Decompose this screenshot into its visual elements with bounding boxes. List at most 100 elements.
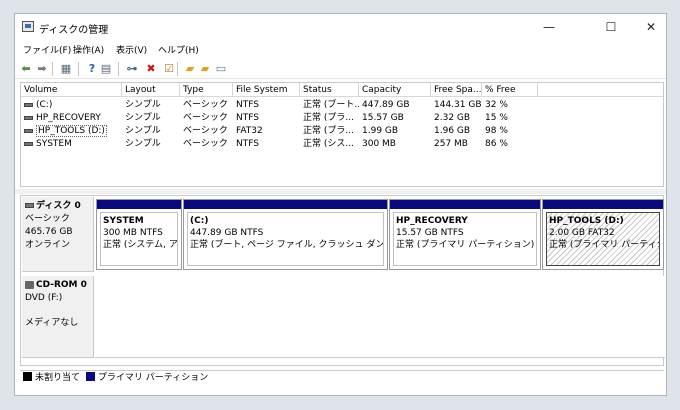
column-capacity[interactable]: Capacity — [359, 83, 431, 97]
cell-capacity: 15.57 GB — [362, 113, 404, 123]
delete-icon[interactable]: ✖ — [144, 62, 158, 76]
column-status[interactable]: Status — [300, 83, 359, 97]
close-button[interactable]: ✕ — [634, 14, 666, 40]
cell-type: ベーシック — [183, 126, 228, 136]
partition-name: (C:) — [190, 216, 209, 226]
cdrom-0-name: CD-ROM 0 — [36, 280, 87, 290]
cell-free: 1.96 GB — [434, 126, 471, 136]
cell-type: ベーシック — [183, 113, 228, 123]
column-free-space[interactable]: Free Spa... — [431, 83, 482, 97]
cdrom-icon — [25, 280, 34, 289]
partition-system[interactable]: SYSTEM 300 MB NTFS 正常 (システム, アクティ — [96, 199, 182, 270]
volume-icon — [24, 102, 33, 107]
toolbar-separator — [118, 62, 119, 76]
table-row[interactable]: (C:) シンプル ベーシック NTFS 正常 (ブート... 447.89 GB 144.… — [21, 99, 663, 112]
maximize-button[interactable]: ☐ — [594, 14, 628, 40]
cell-capacity: 300 MB — [362, 139, 396, 149]
partition-name: HP_RECOVERY — [396, 216, 468, 226]
volume-icon — [24, 115, 33, 120]
cell-volume: (C:) — [21, 99, 122, 112]
cell-layout: シンプル — [125, 100, 161, 110]
disk-0-label[interactable]: ディスク 0 ベーシック 465.76 GB オンライン — [22, 197, 94, 272]
disk-icon — [25, 203, 34, 208]
cell-pct: 98 % — [485, 126, 508, 136]
cell-pct: 32 % — [485, 100, 508, 110]
cell-free: 2.32 GB — [434, 113, 471, 123]
cell-fs: NTFS — [236, 139, 259, 149]
cell-capacity: 1.99 GB — [362, 126, 399, 136]
table-row[interactable]: HP_TOOLS (D:) シンプル ベーシック FAT32 正常 (プラ... 1.99… — [21, 125, 663, 138]
volume-name: HP_RECOVERY — [36, 113, 101, 123]
disk-0-type: ベーシック — [25, 214, 70, 224]
menu-view[interactable]: 表示(V) — [116, 43, 147, 56]
cell-status: 正常 (プラ... — [303, 113, 354, 123]
cell-type: ベーシック — [183, 139, 228, 149]
disk-0-status: オンライン — [25, 240, 71, 250]
cell-status: 正常 (シス... — [303, 139, 354, 149]
column-type[interactable]: Type — [180, 83, 233, 97]
volume-list: Volume Layout Type File System Status Ca… — [20, 82, 664, 187]
cell-pct: 15 % — [485, 113, 508, 123]
check-icon[interactable]: ☑ — [162, 62, 176, 76]
pane-splitter[interactable] — [15, 189, 666, 194]
cdrom-0-drive: DVD (F:) — [25, 293, 63, 303]
disk-management-app-icon — [22, 21, 34, 32]
partition-c[interactable]: (C:) 447.89 GB NTFS 正常 (ブート, ページ ファイル, ク… — [183, 199, 388, 270]
volume-icon — [24, 128, 33, 133]
volume-name: (C:) — [36, 100, 53, 110]
legend-primary-partition: プライマリ パーティション — [97, 373, 209, 383]
cell-fs: NTFS — [236, 100, 259, 110]
volume-icon — [24, 141, 33, 146]
column-percent-free[interactable]: % Free — [482, 83, 538, 97]
partition-size: 447.89 GB NTFS — [190, 228, 264, 238]
partition-name: HP_TOOLS (D:) — [549, 216, 624, 226]
partition-hp-tools[interactable]: HP_TOOLS (D:) 2.00 GB FAT32 正常 (プライマリ パー… — [542, 199, 664, 270]
cell-volume: HP_RECOVERY — [21, 112, 122, 125]
search-folder-icon[interactable]: ▰ — [198, 62, 212, 76]
partition-name: SYSTEM — [103, 216, 144, 226]
connect-icon[interactable]: ⊶ — [125, 62, 139, 76]
help-icon[interactable]: ? — [85, 62, 99, 76]
cell-volume: SYSTEM — [21, 138, 122, 151]
volume-name: HP_TOOLS (D:) — [36, 125, 107, 137]
cell-type: ベーシック — [183, 100, 228, 110]
partition-status: 正常 (システム, アクティ — [103, 240, 178, 250]
minimize-button[interactable]: — — [532, 14, 566, 40]
table-row[interactable]: HP_RECOVERY シンプル ベーシック NTFS 正常 (プラ... 15.57 G… — [21, 112, 663, 125]
column-layout[interactable]: Layout — [122, 83, 180, 97]
partition-hp-recovery[interactable]: HP_RECOVERY 15.57 GB NTFS 正常 (プライマリ パーティ… — [389, 199, 541, 270]
menu-help[interactable]: ヘルプ(H) — [158, 43, 199, 56]
cell-pct: 86 % — [485, 139, 508, 149]
legend-unallocated: 未割り当て — [35, 373, 81, 383]
menu-action[interactable]: 操作(A) — [73, 43, 104, 56]
title-bar: ディスクの管理 — ☐ ✕ — [15, 14, 666, 40]
cell-layout: シンプル — [125, 126, 161, 136]
partition-size: 2.00 GB FAT32 — [549, 228, 615, 238]
disk-management-window: ディスクの管理 — ☐ ✕ ファイル(F) 操作(A) 表示(V) ヘルプ(H)… — [14, 13, 667, 396]
legend-swatch-unallocated — [23, 372, 32, 381]
toolbar: ⬅ ➡ ▦? ▤ ⊶ ✖ ☑ ▰ ▰ ▭ — [15, 59, 666, 79]
folder-icon[interactable]: ▰ — [183, 62, 197, 76]
cell-capacity: 447.89 GB — [362, 100, 410, 110]
cell-layout: シンプル — [125, 113, 161, 123]
table-row[interactable]: SYSTEM シンプル ベーシック NTFS 正常 (シス... 300 MB 257 MB… — [21, 138, 663, 151]
properties-icon[interactable]: ▭ — [214, 62, 228, 76]
cell-layout: シンプル — [125, 139, 161, 149]
cell-free: 144.31 GB — [434, 100, 482, 110]
cdrom-0-label[interactable]: CD-ROM 0 DVD (F:) メディアなし — [22, 276, 94, 358]
disk-0-partitions: SYSTEM 300 MB NTFS 正常 (システム, アクティ (C:) 4… — [95, 197, 665, 272]
toolbar-separator — [52, 62, 53, 76]
column-file-system[interactable]: File System — [233, 83, 300, 97]
legend-swatch-primary — [85, 372, 95, 381]
back-arrow-icon[interactable]: ⬅ — [19, 62, 33, 76]
cell-fs: NTFS — [236, 113, 259, 123]
list-view-icon[interactable]: ▤ — [99, 62, 113, 76]
menu-file[interactable]: ファイル(F) — [23, 43, 71, 56]
column-volume[interactable]: Volume — [21, 83, 122, 97]
disk-0-name: ディスク 0 — [36, 201, 81, 211]
partition-size: 15.57 GB NTFS — [396, 228, 464, 238]
disk-graph-view: ディスク 0 ベーシック 465.76 GB オンライン SYSTEM 300 … — [20, 195, 665, 366]
forward-arrow-icon[interactable]: ➡ — [35, 62, 49, 76]
console-tree-icon[interactable]: ▦ — [59, 62, 73, 76]
partition-size: 300 MB NTFS — [103, 228, 163, 238]
